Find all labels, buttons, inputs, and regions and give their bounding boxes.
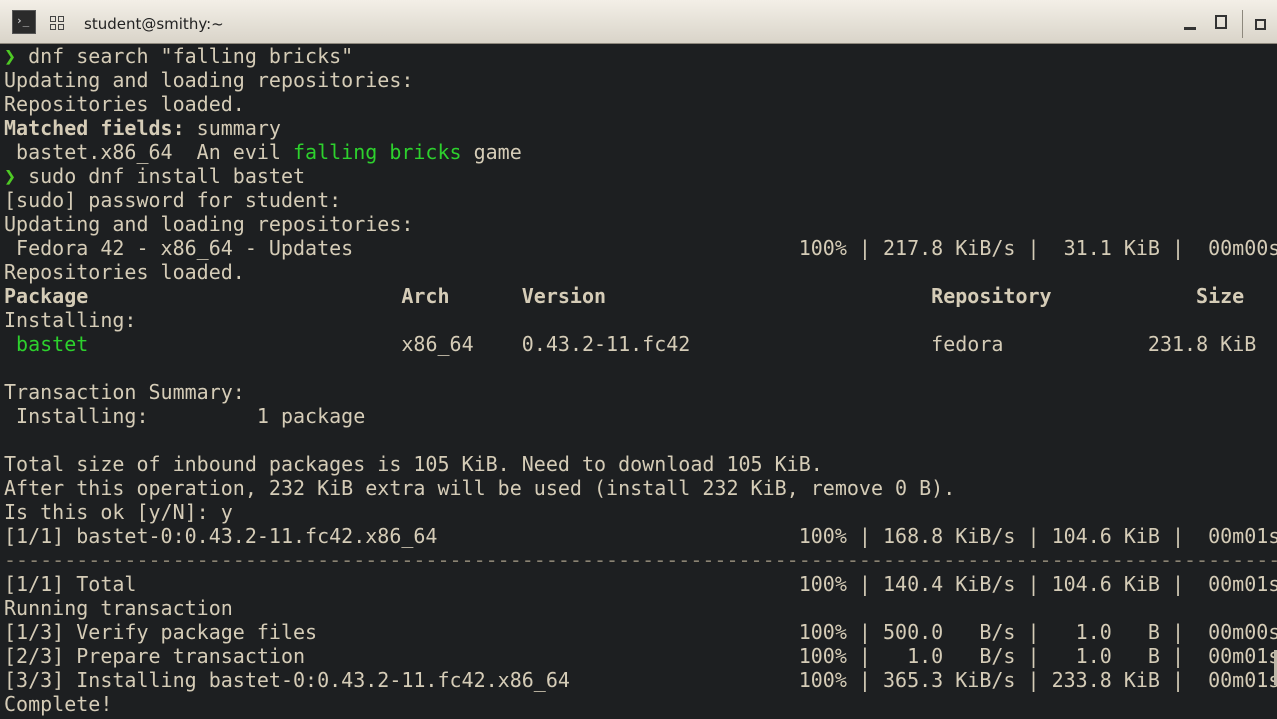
title-bar: student@smithy:~: [0, 0, 1277, 44]
result-text-end: game: [461, 140, 522, 164]
download-progress-line: [1/1] bastet-0:0.43.2-11.fc42.x86_64 100…: [4, 524, 1277, 548]
matched-fields-label: Matched fields:: [4, 116, 185, 140]
command-text: sudo dnf install bastet: [28, 164, 306, 188]
terminal-line: ❯ dnf search "falling bricks": [4, 44, 1277, 68]
terminal-line: Transaction Summary:: [4, 380, 245, 404]
separator-line: ----------------------------------------…: [4, 548, 1277, 572]
terminal-line: Matched fields: summary: [4, 116, 1277, 140]
terminal-line: After this operation, 232 KiB extra will…: [4, 476, 956, 500]
terminal-line: Total size of inbound packages is 105 Ki…: [4, 452, 823, 476]
search-result-line: bastet.x86_64 An evil falling bricks gam…: [4, 140, 1277, 164]
terminal-output[interactable]: ❯ dnf search "falling bricks" Updating a…: [0, 44, 1277, 719]
terminal-line: ❯ sudo dnf install bastet: [4, 164, 1277, 188]
terminal-line: Installing: 1 package: [4, 404, 366, 428]
window-title: student@smithy:~: [84, 15, 224, 33]
grid-icon[interactable]: [50, 16, 64, 30]
transaction-step-line: [3/3] Installing bastet-0:0.43.2-11.fc42…: [4, 668, 1277, 692]
terminal-line: Installing:: [4, 308, 137, 332]
package-table-header: Package Arch Version Repository Size: [4, 284, 1245, 308]
terminal-line: Repositories loaded.: [4, 260, 245, 284]
package-name: bastet: [4, 332, 89, 356]
minimize-icon[interactable]: [1181, 14, 1199, 32]
download-total-line: [1/1] Total 100% | 140.4 KiB/s | 104.6 K…: [4, 572, 1277, 596]
prompt-icon: ❯: [4, 44, 17, 68]
terminal-line: Updating and loading repositories:: [4, 68, 414, 92]
terminal-line: Is this ok [y/N]: y: [4, 500, 233, 524]
repo-progress-line: Fedora 42 - x86_64 - Updates 100% | 217.…: [4, 236, 1277, 260]
match-highlight: falling bricks: [292, 140, 462, 164]
package-details: x86_64 0.43.2-11.fc42 fedora 231.8 KiB: [88, 332, 1257, 356]
matched-fields-value: summary: [184, 116, 281, 140]
terminal-line: [sudo] password for student:: [4, 188, 342, 212]
transaction-step-line: [2/3] Prepare transaction 100% | 1.0 B/s…: [4, 644, 1277, 668]
command-text: dnf search "falling bricks": [28, 44, 354, 68]
terminal-line: Updating and loading repositories:: [4, 212, 414, 236]
maximize-icon[interactable]: [1213, 14, 1231, 32]
terminal-icon[interactable]: [12, 10, 36, 34]
transaction-step-line: [1/3] Verify package files 100% | 500.0 …: [4, 620, 1277, 644]
result-text: bastet.x86_64 An evil: [4, 140, 293, 164]
close-icon[interactable]: [1242, 10, 1277, 38]
prompt-icon: ❯: [4, 164, 17, 188]
terminal-line: Complete!: [4, 692, 113, 716]
package-row: bastet x86_64 0.43.2-11.fc42 fedora 231.…: [4, 332, 1277, 356]
terminal-line: Repositories loaded.: [4, 92, 245, 116]
terminal-line: Running transaction: [4, 596, 233, 620]
